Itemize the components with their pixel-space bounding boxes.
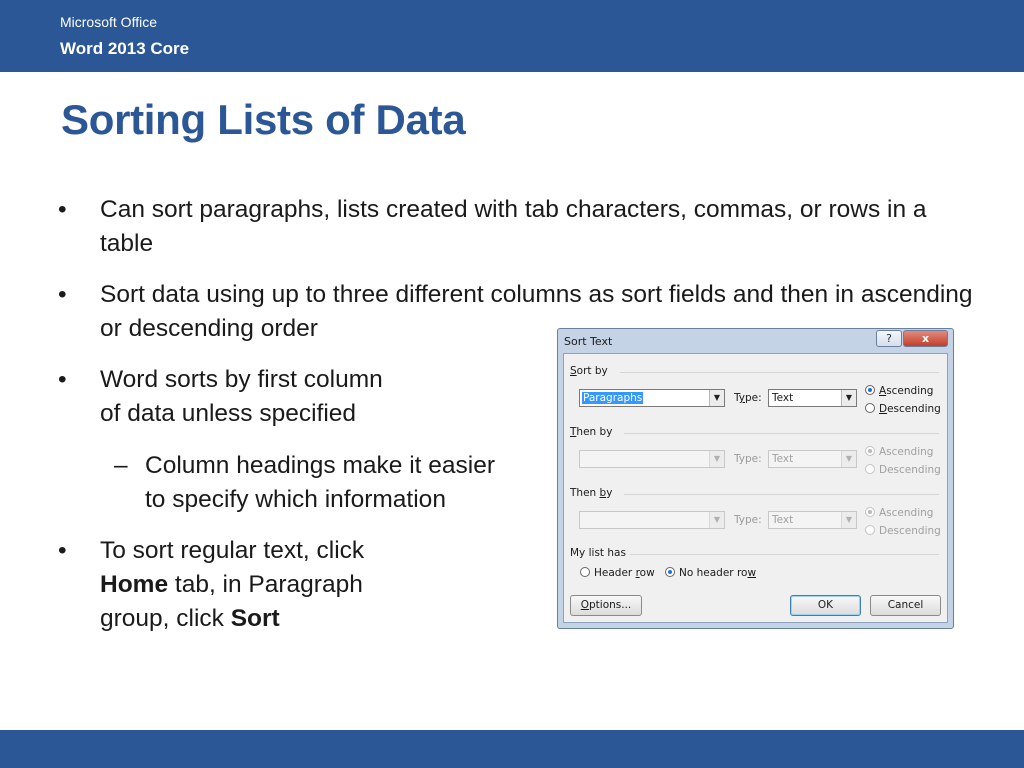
- bullet-marker: •: [58, 537, 67, 564]
- then-by-2-ascending-radio[interactable]: Ascending: [865, 507, 933, 519]
- bullet-text: Can sort paragraphs, lists created with …: [100, 196, 927, 257]
- options-button[interactable]: Options...: [570, 595, 642, 616]
- then-by-2-type-label: Type:: [734, 514, 762, 526]
- slide-title: Sorting Lists of Data: [61, 96, 466, 143]
- bullet-text-line: Column headings make it easier: [145, 452, 495, 479]
- then-by-1-type-combo[interactable]: Text ▼: [768, 450, 857, 468]
- bullet-bold-sort: Sort: [230, 605, 280, 632]
- then-by-1-type-label: Type:: [734, 453, 762, 465]
- radio-on-icon[interactable]: [665, 567, 675, 577]
- header-product: Microsoft Office: [60, 14, 157, 30]
- radio-on-icon[interactable]: [865, 446, 875, 456]
- footer-band: [0, 730, 1024, 768]
- sort-by-type-label: Type:: [734, 392, 762, 404]
- chevron-down-icon[interactable]: ▼: [709, 512, 724, 528]
- radio-on-icon[interactable]: [865, 507, 875, 517]
- dialog-body: Sort by Paragraphs ▼ Type: Text ▼ Ascend…: [563, 353, 948, 623]
- then-by-2-type-combo[interactable]: Text ▼: [768, 511, 857, 529]
- sort-by-label: Sort by: [570, 365, 608, 377]
- my-list-has-label: My list has: [570, 547, 626, 559]
- bullet-item: • Word sorts by first column of data unl…: [58, 363, 520, 431]
- sort-by-type-combo[interactable]: Text ▼: [768, 389, 857, 407]
- dialog-titlebar[interactable]: Sort Text ? x: [558, 329, 953, 353]
- no-header-row-radio[interactable]: No header row: [665, 567, 756, 579]
- then-by-1-descending-radio[interactable]: Descending: [865, 464, 941, 476]
- then-by-1-ascending-radio[interactable]: Ascending: [865, 446, 933, 458]
- bullet-text-line: Word sorts by first column: [100, 366, 383, 393]
- bullet-bold-home: Home: [100, 571, 169, 598]
- cancel-button[interactable]: Cancel: [870, 595, 941, 616]
- sort-by-combo[interactable]: Paragraphs ▼: [579, 389, 725, 407]
- sort-by-ascending-radio[interactable]: Ascending: [865, 385, 933, 397]
- group-divider: [624, 433, 939, 434]
- sort-by-descending-radio[interactable]: Descending: [865, 403, 941, 415]
- radio-off-icon[interactable]: [865, 525, 875, 535]
- chevron-down-icon[interactable]: ▼: [841, 390, 856, 406]
- chevron-down-icon[interactable]: ▼: [841, 512, 856, 528]
- then-by-2-label: Then by: [570, 487, 613, 499]
- group-divider: [630, 554, 939, 555]
- bullet-text-line: group, click: [100, 605, 231, 632]
- then-by-2-descending-radio[interactable]: Descending: [865, 525, 941, 537]
- bullet-marker: •: [58, 196, 67, 223]
- close-button[interactable]: x: [903, 330, 948, 347]
- header-course: Word 2013 Core: [60, 39, 190, 58]
- then-by-1-type-value: Text: [772, 453, 794, 465]
- radio-off-icon[interactable]: [865, 403, 875, 413]
- sort-by-value: Paragraphs: [582, 392, 644, 404]
- radio-off-icon[interactable]: [580, 567, 590, 577]
- sub-bullet-item: – Column headings make it easier to spec…: [114, 449, 565, 517]
- dialog-title: Sort Text: [564, 335, 613, 348]
- group-divider: [620, 372, 939, 373]
- bullet-text-line: tab, in Paragraph: [168, 571, 363, 598]
- then-by-2-type-value: Text: [772, 514, 794, 526]
- sort-text-dialog: Sort Text ? x Sort by Paragraphs ▼ Type:…: [557, 328, 954, 629]
- then-by-1-combo[interactable]: ▼: [579, 450, 725, 468]
- chevron-down-icon[interactable]: ▼: [709, 451, 724, 467]
- bullet-text-line: To sort regular text, click: [100, 537, 365, 564]
- bullet-item: • To sort regular text, click Home tab, …: [58, 534, 520, 636]
- sub-bullet-marker: –: [114, 452, 128, 479]
- group-divider: [624, 494, 939, 495]
- then-by-2-combo[interactable]: ▼: [579, 511, 725, 529]
- ok-button[interactable]: OK: [790, 595, 861, 616]
- help-button[interactable]: ?: [876, 330, 902, 347]
- bullet-text-line: to specify which information: [145, 486, 446, 513]
- header-band: Microsoft Office Word 2013 Core: [0, 0, 1024, 72]
- bullet-marker: •: [58, 281, 67, 308]
- bullet-item: • Can sort paragraphs, lists created wit…: [58, 193, 980, 261]
- bullet-marker: •: [58, 366, 67, 393]
- header-row-radio[interactable]: Header row: [580, 567, 655, 579]
- radio-on-icon[interactable]: [865, 385, 875, 395]
- radio-off-icon[interactable]: [865, 464, 875, 474]
- then-by-1-label: Then by: [570, 426, 613, 438]
- sort-by-type-value: Text: [772, 392, 794, 404]
- chevron-down-icon[interactable]: ▼: [841, 451, 856, 467]
- chevron-down-icon[interactable]: ▼: [709, 390, 724, 406]
- bullet-text-line: of data unless specified: [100, 400, 357, 427]
